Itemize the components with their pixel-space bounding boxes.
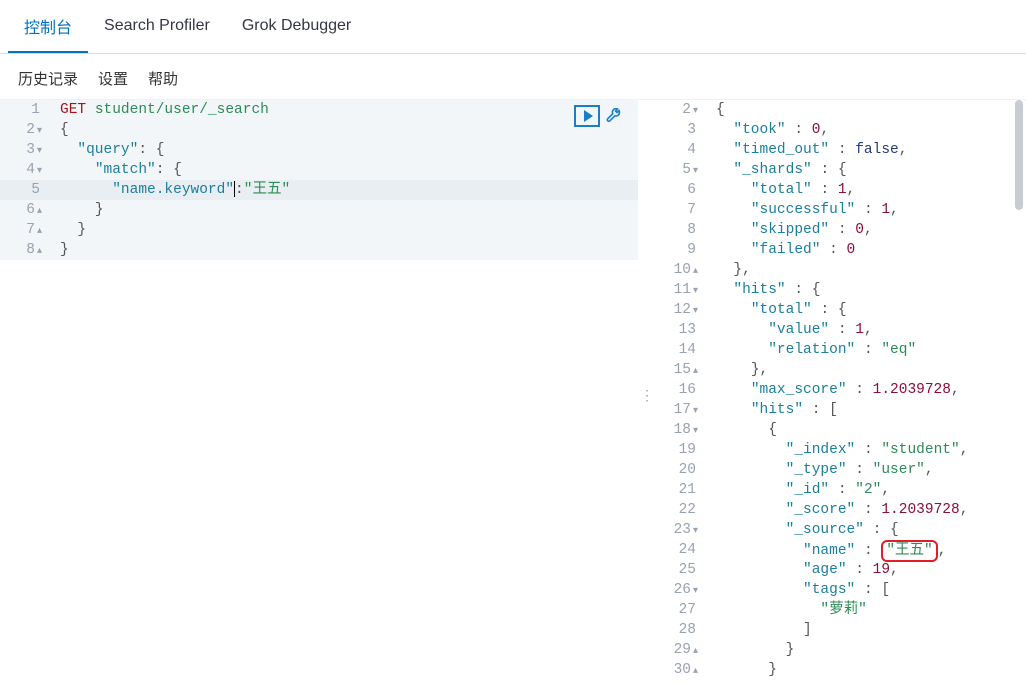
toolbar-history[interactable]: 历史记录	[18, 68, 78, 89]
tab-console[interactable]: 控制台	[8, 0, 88, 53]
editor-panels: 1 2▾ 3▾ 4▾ 5 6▴ 7▴ 8▴ GET student/user/_…	[0, 99, 1026, 691]
tab-grok-debugger[interactable]: Grok Debugger	[226, 0, 367, 53]
tab-search-profiler[interactable]: Search Profiler	[88, 0, 226, 53]
response-viewer[interactable]: 2▾345▾678910▴11▾12▾131415▴1617▾18▾192021…	[656, 100, 1026, 691]
wrench-icon	[606, 108, 622, 124]
request-editor[interactable]: 1 2▾ 3▾ 4▾ 5 6▴ 7▴ 8▴ GET student/user/_…	[0, 100, 638, 691]
console-toolbar: 历史记录 设置 帮助	[0, 54, 1026, 99]
result-code: { "took" : 0, "timed_out" : false, "_sha…	[716, 100, 1026, 680]
wrench-button[interactable]	[604, 106, 624, 126]
toolbar-settings[interactable]: 设置	[98, 68, 128, 89]
splitter-handle-icon	[640, 387, 654, 404]
toolbar-help[interactable]: 帮助	[148, 68, 178, 89]
editor-code[interactable]: GET student/user/_search { "query": { "m…	[60, 100, 638, 260]
play-icon	[584, 110, 593, 122]
editor-gutter: 1 2▾ 3▾ 4▾ 5 6▴ 7▴ 8▴	[0, 100, 52, 260]
top-tabs: 控制台 Search Profiler Grok Debugger	[0, 0, 1026, 54]
highlighted-match: "王五"	[881, 540, 937, 562]
panel-splitter[interactable]	[638, 100, 656, 691]
result-scrollbar-thumb[interactable]	[1015, 100, 1023, 210]
editor-actions	[574, 105, 624, 127]
result-gutter: 2▾345▾678910▴11▾12▾131415▴1617▾18▾192021…	[656, 100, 708, 680]
run-button[interactable]	[574, 105, 600, 127]
